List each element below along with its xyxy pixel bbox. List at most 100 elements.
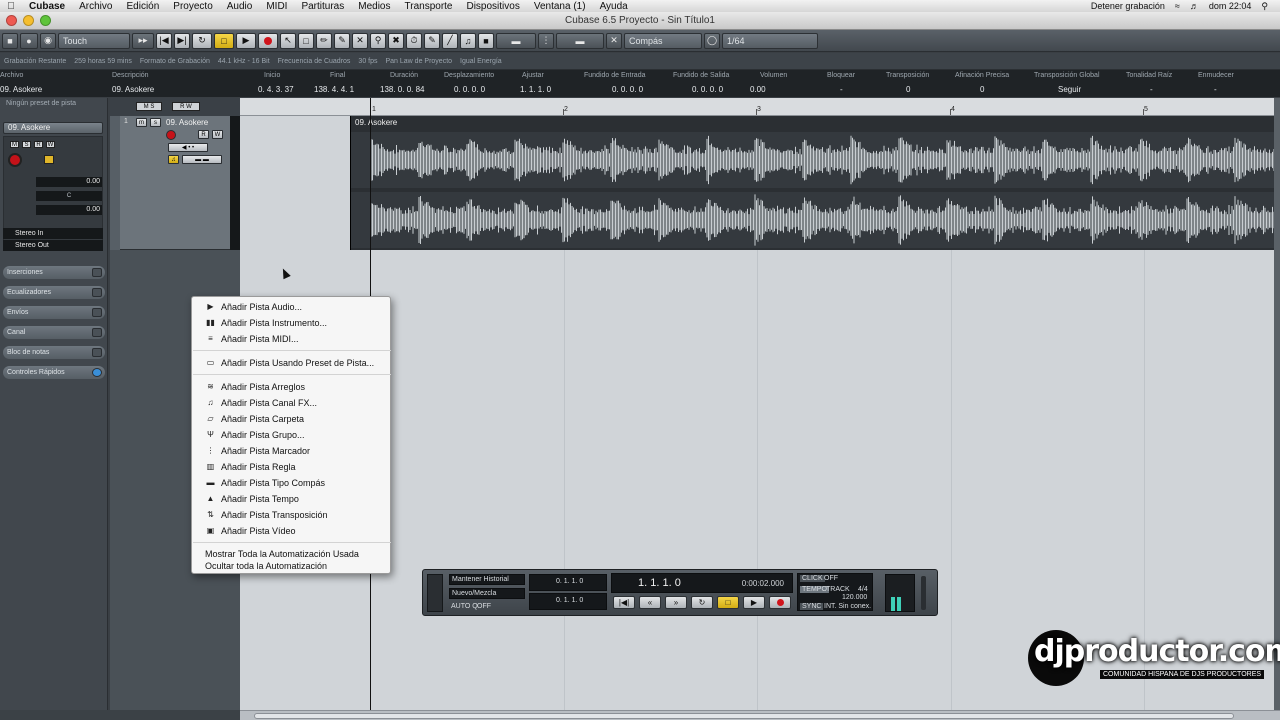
menu-archivo[interactable]: Archivo xyxy=(72,1,119,12)
tempo-value[interactable]: 120.000 xyxy=(842,594,867,601)
line-tool[interactable]: ╱ xyxy=(442,32,458,49)
menu-ayuda[interactable]: Ayuda xyxy=(593,1,635,12)
menu-partituras[interactable]: Partituras xyxy=(294,1,351,12)
record-button[interactable] xyxy=(258,32,278,49)
auto-quantize-label[interactable]: AUTO Q xyxy=(451,603,478,610)
input-routing[interactable]: Stereo In xyxy=(3,228,103,239)
menu-add-signature-track[interactable]: ▬ Añadir Pista Tipo Compás xyxy=(192,476,392,490)
track-read-button[interactable]: R xyxy=(198,130,209,139)
output-routing[interactable]: Stereo Out xyxy=(3,240,103,251)
info-value-volumen[interactable]: 0.00 xyxy=(750,85,766,94)
menu-medios[interactable]: Medios xyxy=(351,1,397,12)
range-select-tool[interactable]: □ xyxy=(298,32,314,49)
menu-transporte[interactable]: Transporte xyxy=(398,1,460,12)
transport-master-fader[interactable] xyxy=(921,576,926,610)
autoscroll-button[interactable]: ▬ xyxy=(496,32,536,49)
menu-add-ruler-track[interactable]: ▥ Añadir Pista Regla xyxy=(192,460,392,474)
track-mute-button[interactable]: m xyxy=(136,118,147,127)
info-value-afinacion[interactable]: 0 xyxy=(980,85,984,94)
snap-toggle-button[interactable]: ⋮ xyxy=(538,32,554,49)
inspector-solo-button[interactable]: S xyxy=(22,141,31,148)
transport-rewind-button[interactable]: « xyxy=(639,596,661,609)
global-read-write-buttons[interactable]: R W xyxy=(172,102,200,111)
info-value-desplazamiento[interactable]: 0. 0. 0. 0 xyxy=(454,85,485,94)
menu-audio[interactable]: Audio xyxy=(220,1,260,12)
quantize-icon[interactable]: ◯ xyxy=(704,32,720,49)
snap-type-select[interactable]: ▬ xyxy=(556,32,604,49)
position-display[interactable]: 1. 1. 1. 0 0:00:02.000 xyxy=(611,573,793,593)
inspector-mute-button[interactable]: M xyxy=(10,141,19,148)
menu-add-instrument-track[interactable]: ▮▮ Añadir Pista Instrumento... xyxy=(192,316,392,330)
menu-proyecto[interactable]: Proyecto xyxy=(166,1,219,12)
menu-add-audio-track[interactable]: ▶ Añadir Pista Audio... xyxy=(192,300,392,314)
menu-add-track-preset[interactable]: ▭ Añadir Pista Usando Preset de Pista... xyxy=(192,356,392,370)
rec-format-value[interactable]: 44.1 kHz - 16 Bit xyxy=(214,58,274,65)
menu-add-arranger-track[interactable]: ≋ Añadir Pista Arreglos xyxy=(192,380,392,394)
play-tool[interactable]: ♫ xyxy=(460,32,476,49)
horizontal-scrollbar[interactable] xyxy=(240,710,1280,720)
track-write-button[interactable]: W xyxy=(212,130,223,139)
play-button[interactable]: ▶ xyxy=(236,32,256,49)
audio-track[interactable]: 1 m s 09. Asokere R W ◀ • • ♫ ▬ ▬ xyxy=(110,116,240,250)
mute-tool[interactable]: ✖ xyxy=(388,32,404,49)
timeline-ruler[interactable]: 1 2 3 4 5 xyxy=(240,98,1275,116)
menu-edicion[interactable]: Edición xyxy=(119,1,166,12)
info-value-fundido-entrada[interactable]: 0. 0. 0. 0 xyxy=(612,85,643,94)
info-value-transposicion-global[interactable]: Seguir xyxy=(1058,85,1081,94)
menu-add-group-track[interactable]: Ψ Añadir Pista Grupo... xyxy=(192,428,392,442)
inspector-record-enable-button[interactable] xyxy=(8,153,22,167)
menu-add-folder-track[interactable]: ▱ Añadir Pista Carpeta xyxy=(192,412,392,426)
pan-law-label[interactable]: Pan Law de Proyecto xyxy=(382,58,457,65)
section-notepad[interactable]: Bloc de notas xyxy=(3,346,105,359)
section-inserts[interactable]: Inserciones xyxy=(3,266,105,279)
track-name[interactable]: 09. Asokere xyxy=(166,118,208,127)
history-field[interactable]: Mantener Historial xyxy=(449,574,525,585)
info-value-enmudecer[interactable]: - xyxy=(1214,85,1217,94)
global-mute-solo-buttons[interactable]: M S xyxy=(136,102,162,111)
inspector-delay-field[interactable]: 0.00 xyxy=(36,205,102,215)
track-preset-label[interactable]: Ningún preset de pista xyxy=(0,100,108,112)
glue-tool[interactable]: ✎ xyxy=(334,32,350,49)
vertical-scrollbar[interactable] xyxy=(1274,98,1280,710)
transport-forward-button[interactable]: » xyxy=(665,596,687,609)
info-value-descripcion[interactable]: 09. Asokere xyxy=(112,85,154,94)
inspector-volume-field[interactable]: 0.00 xyxy=(36,177,102,187)
info-value-archivo[interactable]: 09. Asokere xyxy=(0,85,42,94)
menu-cubase[interactable]: Cubase xyxy=(22,1,72,12)
menu-add-video-track[interactable]: ▣ Añadir Pista Vídeo xyxy=(192,524,392,538)
spotlight-icon[interactable]: ⚲ xyxy=(1261,1,1268,12)
menu-add-marker-track[interactable]: ⋮ Añadir Pista Marcador xyxy=(192,444,392,458)
audio-event[interactable]: 09. Asokere xyxy=(350,116,1275,250)
clock[interactable]: dom 22:04 xyxy=(1209,1,1252,11)
menu-hide-automation[interactable]: Ocultar toda la Automatización xyxy=(192,559,392,573)
info-value-bloquear[interactable]: - xyxy=(840,85,843,94)
track-monitor-button[interactable]: ♫ xyxy=(168,155,179,164)
section-channel[interactable]: Canal xyxy=(3,326,105,339)
inspector-write-button[interactable]: W xyxy=(46,141,55,148)
left-locator-display[interactable]: 0. 1. 1. 0 xyxy=(529,574,607,591)
time-warp-tool[interactable]: ⏱ xyxy=(406,32,422,49)
rec-format-label[interactable]: Formato de Grabación xyxy=(136,58,214,65)
section-eq[interactable]: Ecualizadores xyxy=(3,286,105,299)
wifi-icon[interactable]: ≈ xyxy=(1175,1,1180,11)
quantize-select[interactable]: 1/64 xyxy=(722,32,818,49)
horizontal-scroll-thumb[interactable] xyxy=(254,713,1234,719)
time-signature[interactable]: 4/4 xyxy=(858,586,868,593)
inspector-pan-field[interactable]: C xyxy=(36,191,102,201)
tempo-button[interactable]: TEMPO xyxy=(800,586,829,593)
frame-rate-value[interactable]: 30 fps xyxy=(354,58,381,65)
go-to-start-button[interactable]: |◀ xyxy=(156,32,172,49)
info-value-duracion[interactable]: 138. 0. 0. 84 xyxy=(380,85,424,94)
track-solo-button[interactable]: s xyxy=(150,118,161,127)
menu-add-transpose-track[interactable]: ⇅ Añadir Pista Transposición xyxy=(192,508,392,522)
go-to-end-button[interactable]: ▶| xyxy=(174,32,190,49)
info-value-inicio[interactable]: 0. 4. 3. 37 xyxy=(258,85,294,94)
info-value-transposicion[interactable]: 0 xyxy=(906,85,910,94)
transport-record-button[interactable] xyxy=(769,596,791,609)
track-lane-buttons[interactable]: ▬ ▬ xyxy=(182,155,222,164)
track-edit-buttons[interactable]: ◀ • • xyxy=(168,143,208,152)
frame-rate-label[interactable]: Frecuencia de Cuadros xyxy=(274,58,355,65)
menu-add-fx-channel-track[interactable]: ♫ Añadir Pista Canal FX... xyxy=(192,396,392,410)
click-button[interactable]: CLICK xyxy=(800,575,825,582)
transport-stop-button[interactable]: □ xyxy=(717,596,739,609)
